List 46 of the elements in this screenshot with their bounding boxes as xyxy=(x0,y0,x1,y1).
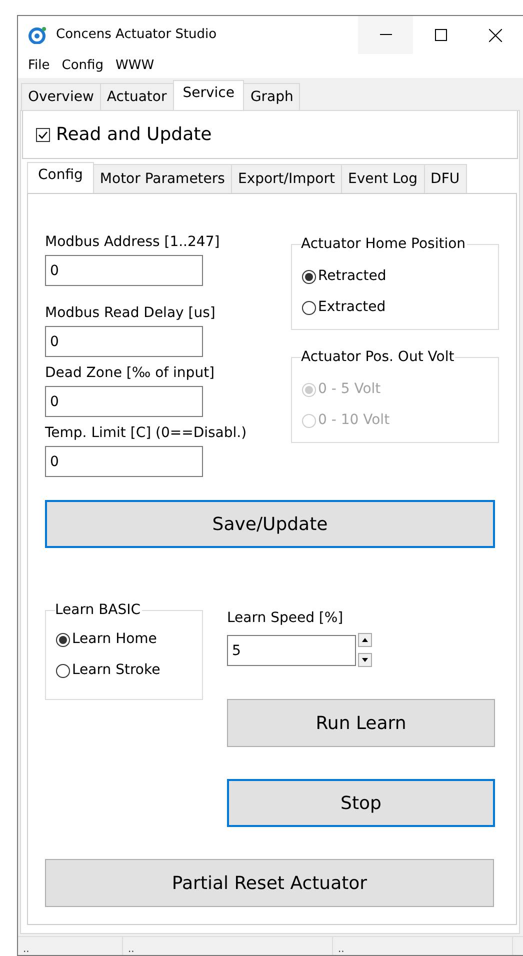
input-field[interactable]: 0 xyxy=(45,446,203,477)
radio-button[interactable] xyxy=(56,664,70,678)
radio-label: 0 - 10 Volt xyxy=(318,411,390,430)
menu-item[interactable]: WWW xyxy=(111,56,162,76)
input-field[interactable]: 0 xyxy=(45,326,203,357)
tab[interactable]: Config xyxy=(27,162,94,193)
status-text: .. xyxy=(333,937,513,955)
status-text: .. xyxy=(18,937,123,955)
tab[interactable]: DFU xyxy=(424,164,467,193)
reset-button[interactable]: Partial Reset Actuator xyxy=(45,859,494,907)
field-label: Dead Zone [‰ of input] xyxy=(45,365,216,382)
spin-field[interactable]: 5 xyxy=(227,635,356,666)
close-icon xyxy=(489,28,502,42)
input-field[interactable]: 0 xyxy=(45,386,203,417)
radio-label: Learn Stroke xyxy=(72,661,160,680)
radio-button[interactable] xyxy=(56,632,70,646)
maximize-icon xyxy=(434,29,446,41)
stop-button[interactable]: Stop xyxy=(227,779,495,827)
tab[interactable]: Graph xyxy=(243,83,300,110)
field-label: Modbus Address [1..247] xyxy=(45,234,221,251)
tab[interactable]: Motor Parameters xyxy=(92,164,232,193)
minimize-icon xyxy=(380,34,392,36)
status-text: .. xyxy=(123,937,333,955)
input-field[interactable]: 0 xyxy=(45,255,203,286)
save-button[interactable]: Save/Update xyxy=(45,500,495,548)
run-learn-button[interactable]: Run Learn xyxy=(227,699,495,747)
app-logo-icon xyxy=(28,26,48,44)
checkbox-label: Read and Update xyxy=(56,123,212,147)
tab[interactable]: Service xyxy=(172,80,244,110)
radio-button[interactable] xyxy=(302,270,316,284)
radio-label: 0 - 5 Volt xyxy=(318,380,381,399)
menu-item[interactable]: Config xyxy=(58,56,112,76)
field-label: Modbus Read Delay [us] xyxy=(45,305,216,322)
window-title: Concens Actuator Studio xyxy=(56,26,217,44)
radio-label: Learn Home xyxy=(72,630,157,649)
tab[interactable]: Overview xyxy=(21,83,101,110)
radio-label: Extracted xyxy=(318,298,386,317)
tab[interactable]: Export/Import xyxy=(230,164,342,193)
radio-label: Retracted xyxy=(318,267,386,286)
radio-button[interactable] xyxy=(302,300,316,314)
spin-down-icon[interactable] xyxy=(358,650,372,670)
menu-item[interactable]: File xyxy=(24,56,58,76)
tab[interactable]: Event Log xyxy=(340,164,425,193)
field-label: Learn Speed [%] xyxy=(227,610,344,627)
field-label: Temp. Limit [C] (0==Disabl.) xyxy=(45,425,248,442)
checkbox[interactable] xyxy=(36,128,50,142)
